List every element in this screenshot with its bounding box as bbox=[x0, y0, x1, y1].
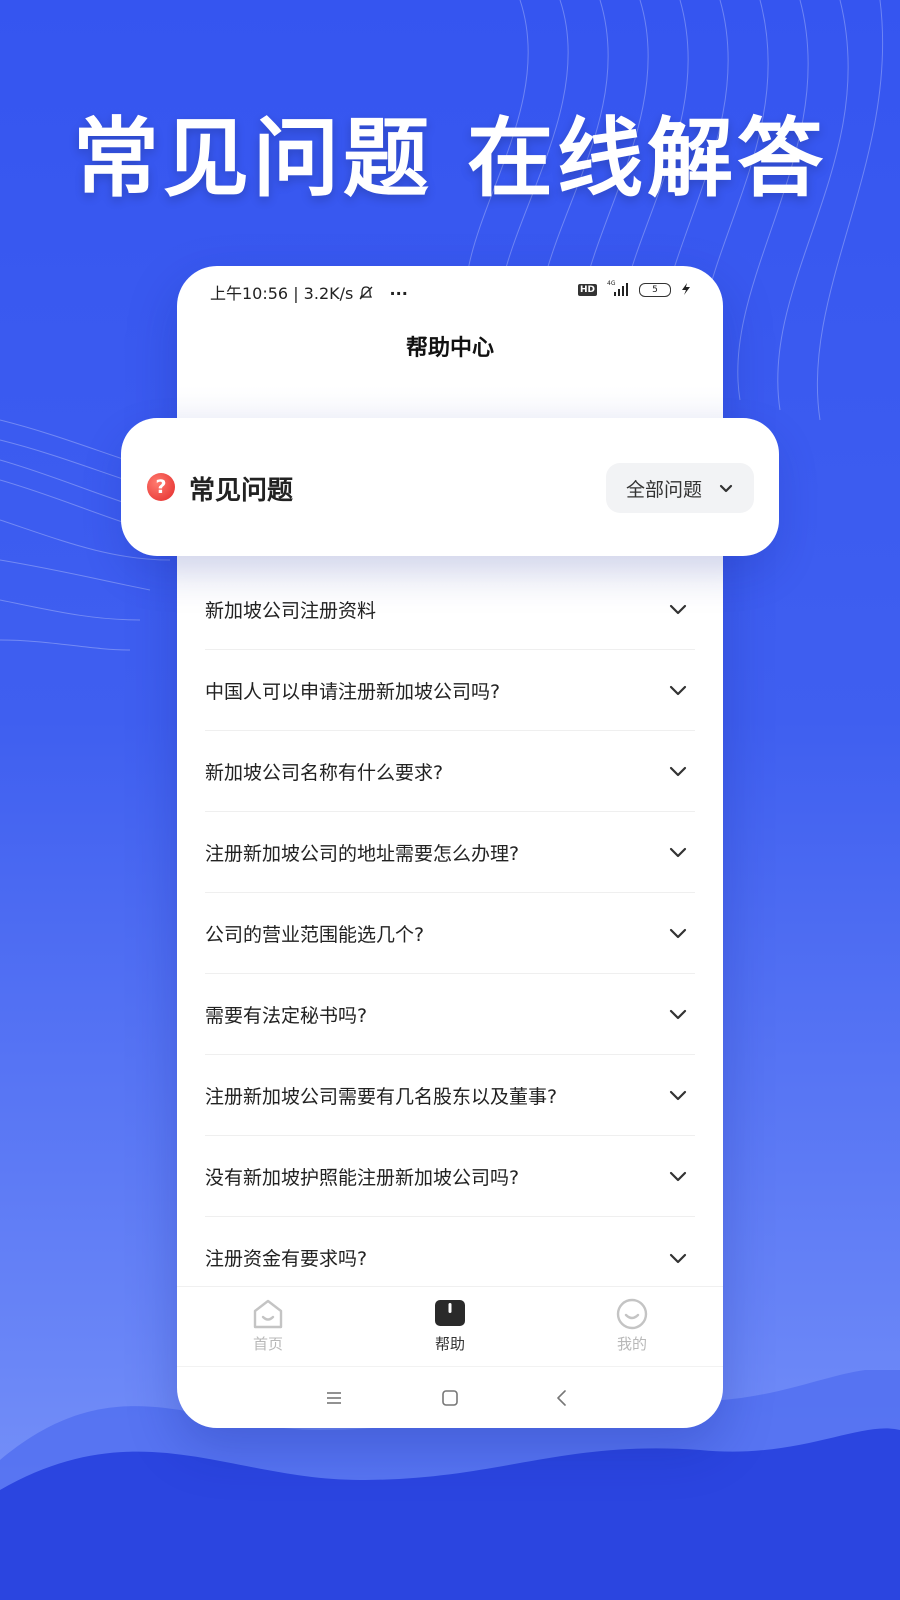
faq-question: 新加坡公司名称有什么要求? bbox=[205, 761, 444, 784]
bottom-tab-bar: 首页 帮助 我的 bbox=[177, 1286, 723, 1367]
chevron-down-icon bbox=[719, 484, 733, 493]
faq-question: 中国人可以申请注册新加坡公司吗? bbox=[205, 680, 501, 703]
home-square-icon[interactable] bbox=[439, 1387, 461, 1409]
faq-question: 注册新加坡公司的地址需要怎么办理? bbox=[205, 842, 520, 865]
faq-item[interactable]: 新加坡公司注册资料 bbox=[205, 569, 695, 650]
tab-home[interactable]: 首页 bbox=[177, 1287, 359, 1367]
faq-header-card: ? 常见问题 全部问题 bbox=[121, 418, 779, 556]
book-icon bbox=[435, 1300, 465, 1326]
smile-face-icon bbox=[616, 1298, 648, 1330]
status-more-dots: ··· bbox=[389, 284, 408, 303]
chevron-down-icon[interactable] bbox=[667, 841, 689, 863]
faq-item[interactable]: 注册新加坡公司的地址需要怎么办理? bbox=[205, 812, 695, 893]
hd-badge: HD bbox=[577, 284, 597, 296]
signal-icon: 4G bbox=[605, 279, 631, 301]
faq-question: 需要有法定秘书吗? bbox=[205, 1004, 368, 1027]
back-icon[interactable] bbox=[551, 1387, 573, 1409]
faq-item[interactable]: 需要有法定秘书吗? bbox=[205, 974, 695, 1055]
chevron-down-icon[interactable] bbox=[667, 1084, 689, 1106]
question-mark-icon: ? bbox=[147, 473, 175, 501]
chevron-down-icon[interactable] bbox=[667, 679, 689, 701]
chevron-down-icon[interactable] bbox=[667, 1165, 689, 1187]
faq-item[interactable]: 中国人可以申请注册新加坡公司吗? bbox=[205, 650, 695, 731]
faq-list: 新加坡公司注册资料 中国人可以申请注册新加坡公司吗? 新加坡公司名称有什么要求?… bbox=[205, 569, 695, 1298]
faq-item[interactable]: 新加坡公司名称有什么要求? bbox=[205, 731, 695, 812]
tab-label: 我的 bbox=[616, 1335, 647, 1353]
filter-label: 全部问题 bbox=[625, 478, 702, 501]
chevron-down-icon[interactable] bbox=[667, 922, 689, 944]
chevron-down-icon[interactable] bbox=[667, 1247, 689, 1269]
faq-question: 没有新加坡护照能注册新加坡公司吗? bbox=[205, 1166, 520, 1189]
chevron-down-icon[interactable] bbox=[667, 1003, 689, 1025]
banner-headline: 常见问题 在线解答 bbox=[73, 109, 827, 209]
chevron-down-icon[interactable] bbox=[667, 598, 689, 620]
tab-help[interactable]: 帮助 bbox=[359, 1287, 541, 1367]
faq-question: 公司的营业范围能选几个? bbox=[205, 923, 425, 946]
page-title: 帮助中心 bbox=[405, 336, 494, 361]
status-time-speed: 上午10:56 | 3.2K/s bbox=[210, 284, 354, 303]
promo-stage: 常见问题 在线解答 上午10:56 | 3.2K/s ··· HD 4G 5 帮… bbox=[0, 0, 900, 1600]
status-right: HD 4G 5 bbox=[577, 279, 693, 301]
faq-item[interactable]: 公司的营业范围能选几个? bbox=[205, 893, 695, 974]
faq-question: 注册新加坡公司需要有几名股东以及董事? bbox=[205, 1085, 558, 1108]
battery-icon: 5 bbox=[639, 283, 671, 297]
faq-question: 新加坡公司注册资料 bbox=[205, 599, 377, 622]
system-nav-bar bbox=[177, 1366, 723, 1428]
status-bar: 上午10:56 | 3.2K/s ··· HD 4G 5 bbox=[177, 266, 723, 314]
status-left: 上午10:56 | 3.2K/s ··· bbox=[210, 280, 408, 304]
faq-card-title: 常见问题 bbox=[189, 476, 294, 506]
bell-off-icon bbox=[358, 284, 379, 303]
tab-label: 首页 bbox=[252, 1335, 283, 1353]
faq-item[interactable]: 没有新加坡护照能注册新加坡公司吗? bbox=[205, 1136, 695, 1217]
menu-icon[interactable] bbox=[323, 1387, 345, 1409]
network-label: 4G bbox=[607, 280, 616, 287]
tab-profile[interactable]: 我的 bbox=[541, 1287, 723, 1367]
filter-dropdown-button[interactable]: 全部问题 bbox=[606, 463, 754, 513]
chevron-down-icon[interactable] bbox=[667, 760, 689, 782]
home-icon bbox=[253, 1299, 283, 1329]
charging-icon bbox=[679, 281, 693, 300]
tab-label: 帮助 bbox=[434, 1335, 465, 1353]
faq-question: 注册资金有要求吗? bbox=[205, 1248, 368, 1270]
faq-item[interactable]: 注册新加坡公司需要有几名股东以及董事? bbox=[205, 1055, 695, 1136]
